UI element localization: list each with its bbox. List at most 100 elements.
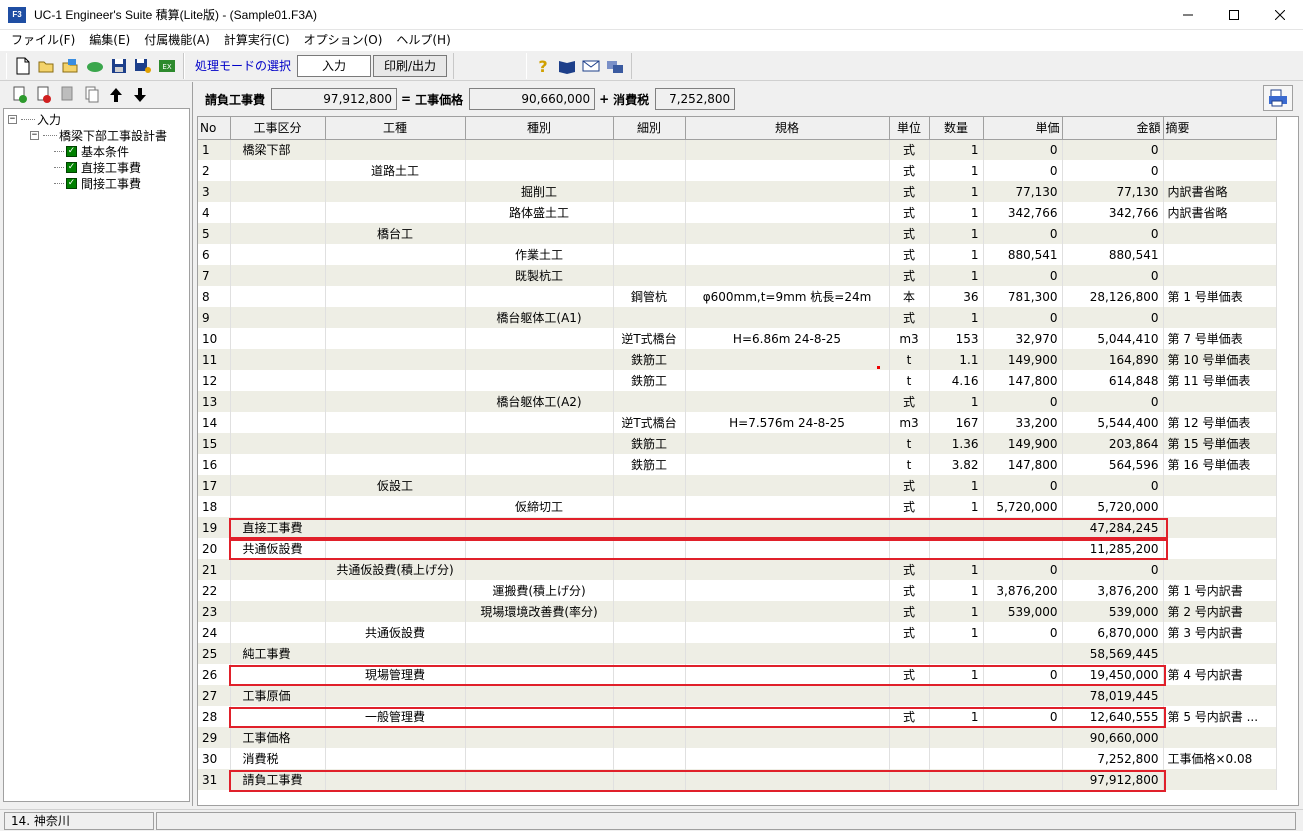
cell-unit-price[interactable] [983, 538, 1063, 559]
cell-no[interactable]: 11 [198, 349, 231, 370]
cell-amount[interactable]: 11,285,200 [1062, 538, 1164, 559]
cell-category[interactable]: 消費税 [230, 748, 326, 769]
cell-unit-price[interactable]: 77,130 [983, 181, 1063, 202]
tree-node-indirect-cost[interactable]: ✓ 間接工事費 [54, 175, 141, 191]
cell-no[interactable]: 6 [198, 244, 231, 265]
tree-node-basic-conditions[interactable]: ✓ 基本条件 [54, 143, 129, 159]
cell-detail[interactable] [613, 706, 686, 727]
cell-amount[interactable]: 0 [1062, 559, 1164, 580]
cell-work-type[interactable]: 共通仮設費 [325, 622, 466, 643]
cell-detail[interactable]: 鉄筋工 [613, 433, 686, 454]
col-header-category[interactable]: 工事区分 [230, 117, 326, 140]
cell-no[interactable]: 4 [198, 202, 231, 223]
cell-kind[interactable]: 路体盛土工 [465, 202, 614, 223]
cell-remarks[interactable] [1163, 223, 1277, 244]
cell-no[interactable]: 3 [198, 181, 231, 202]
cell-unit-price[interactable] [983, 643, 1063, 664]
cell-remarks[interactable] [1163, 244, 1277, 265]
cell-spec[interactable] [685, 769, 890, 790]
mail-icon[interactable] [580, 55, 602, 77]
cell-work-type[interactable] [325, 286, 466, 307]
cell-detail[interactable] [613, 202, 686, 223]
cell-unit[interactable]: 式 [889, 559, 930, 580]
cell-unit-price[interactable] [983, 769, 1063, 790]
cell-amount[interactable]: 47,284,245 [1062, 517, 1164, 538]
cell-amount[interactable]: 0 [1062, 265, 1164, 286]
cell-spec[interactable] [685, 307, 890, 328]
cell-amount[interactable]: 90,660,000 [1062, 727, 1164, 748]
cell-work-type[interactable] [325, 202, 466, 223]
cell-quantity[interactable]: 4.16 [929, 370, 984, 391]
cell-category[interactable] [230, 622, 326, 643]
cell-no[interactable]: 18 [198, 496, 231, 517]
cell-unit-price[interactable]: 0 [983, 139, 1063, 160]
cell-unit[interactable]: 式 [889, 181, 930, 202]
cell-category[interactable] [230, 349, 326, 370]
cell-work-type[interactable] [325, 370, 466, 391]
cell-spec[interactable] [685, 538, 890, 559]
cell-quantity[interactable] [929, 643, 984, 664]
cell-remarks[interactable] [1163, 643, 1277, 664]
cell-work-type[interactable] [325, 139, 466, 160]
cell-work-type[interactable]: 一般管理費 [325, 706, 466, 727]
cell-spec[interactable] [685, 370, 890, 391]
table-row[interactable]: 30 消費税 7,252,800 工事価格×0.08 [198, 748, 1277, 769]
cell-amount[interactable]: 0 [1062, 139, 1164, 160]
cell-work-type[interactable] [325, 496, 466, 517]
cell-category[interactable] [230, 580, 326, 601]
cell-detail[interactable] [613, 391, 686, 412]
cell-unit[interactable]: t [889, 433, 930, 454]
cell-work-type[interactable] [325, 328, 466, 349]
open-folder-icon[interactable] [36, 55, 58, 77]
col-header-unit-price[interactable]: 単価 [983, 117, 1063, 140]
cell-category[interactable]: 工事原価 [230, 685, 326, 706]
cell-quantity[interactable]: 1 [929, 496, 984, 517]
cell-work-type[interactable] [325, 181, 466, 202]
cell-amount[interactable]: 28,126,800 [1062, 286, 1164, 307]
maximize-button[interactable] [1211, 0, 1257, 30]
cell-remarks[interactable] [1163, 391, 1277, 412]
cell-detail[interactable] [613, 559, 686, 580]
cell-unit[interactable]: t [889, 454, 930, 475]
cell-unit[interactable] [889, 748, 930, 769]
cell-remarks[interactable] [1163, 685, 1277, 706]
cell-remarks[interactable]: 第 4 号内訳書 [1163, 664, 1277, 685]
cell-remarks[interactable]: 内訳書省略 [1163, 202, 1277, 223]
table-row[interactable]: 6 作業土工式 1 880,541 880,541 [198, 244, 1277, 265]
cell-no[interactable]: 7 [198, 265, 231, 286]
cell-unit-price[interactable] [983, 685, 1063, 706]
table-row[interactable]: 22 運搬費(積上げ分) 式 1 3,876,200 3,876,200 第 1 号内訳書 [198, 580, 1277, 601]
menu-calc[interactable]: 計算実行(C) [217, 30, 297, 51]
cell-unit[interactable]: 式 [889, 496, 930, 517]
table-row[interactable]: 26 現場管理費 式 1 0 19,450,000 第 4 号内訳書 [198, 664, 1277, 685]
cell-remarks[interactable]: 第 7 号単価表 [1163, 328, 1277, 349]
cell-category[interactable] [230, 286, 326, 307]
cell-amount[interactable]: 77,130 [1062, 181, 1164, 202]
cell-kind[interactable] [465, 286, 614, 307]
cell-remarks[interactable] [1163, 517, 1277, 538]
cell-remarks[interactable] [1163, 139, 1277, 160]
col-header-kind[interactable]: 種別 [465, 117, 614, 140]
cell-remarks[interactable] [1163, 307, 1277, 328]
table-row[interactable]: 15 鉄筋工 t 1.36 149,900 203,864 第 15 号単価表 [198, 433, 1277, 454]
cell-unit-price[interactable] [983, 748, 1063, 769]
cell-unit[interactable] [889, 685, 930, 706]
cell-work-type[interactable] [325, 601, 466, 622]
col-header-amount[interactable]: 金額 [1062, 117, 1164, 140]
cell-kind[interactable] [465, 370, 614, 391]
cell-detail[interactable]: 逆T式橋台 [613, 328, 686, 349]
table-row[interactable]: 27 工事原価 78,019,445 [198, 685, 1277, 706]
table-row[interactable]: 16 鉄筋工 t 3.82 147,800 564,596 第 16 号単価表 [198, 454, 1277, 475]
cell-category[interactable]: 橋梁下部 [230, 139, 326, 160]
cell-detail[interactable] [613, 580, 686, 601]
cell-amount[interactable]: 614,848 [1062, 370, 1164, 391]
cell-unit-price[interactable]: 5,720,000 [983, 496, 1063, 517]
cell-unit-price[interactable]: 147,800 [983, 370, 1063, 391]
cell-work-type[interactable] [325, 349, 466, 370]
cell-category[interactable] [230, 664, 326, 685]
cell-detail[interactable] [613, 538, 686, 559]
cell-remarks[interactable]: 第 12 号単価表 [1163, 412, 1277, 433]
cell-category[interactable] [230, 370, 326, 391]
cell-no[interactable]: 16 [198, 454, 231, 475]
cell-unit[interactable]: 式 [889, 706, 930, 727]
